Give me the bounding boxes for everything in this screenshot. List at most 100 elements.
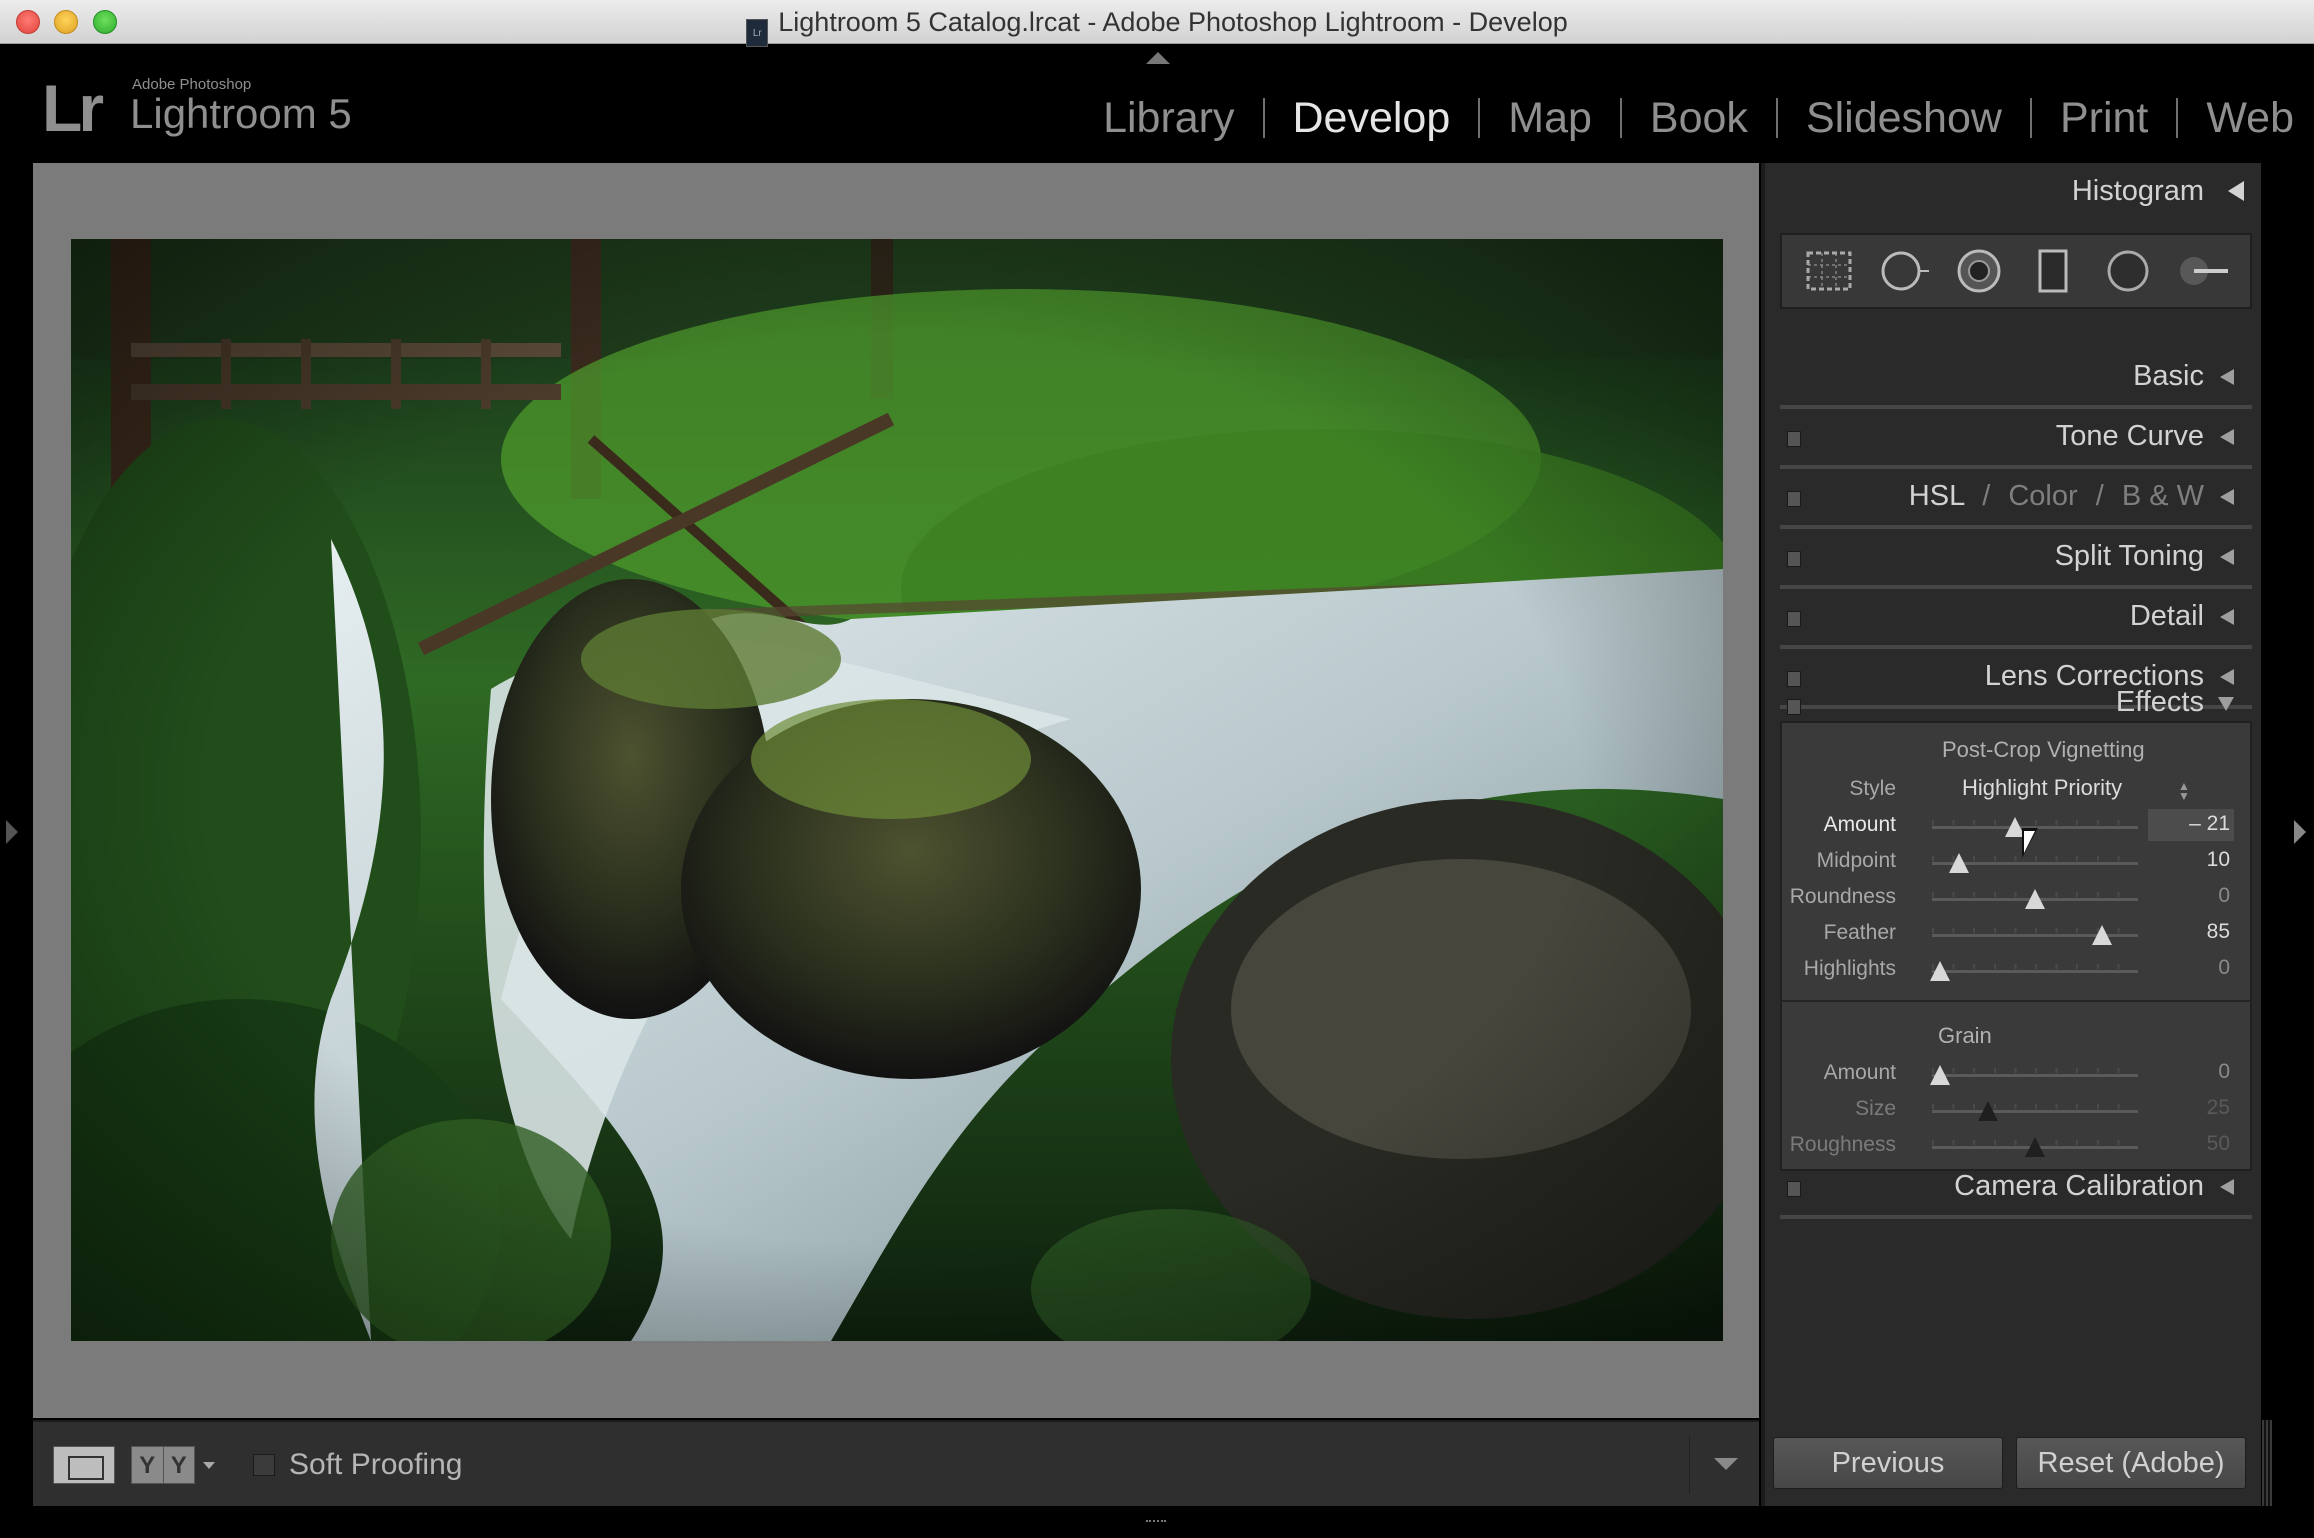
soft-proofing-checkbox[interactable] bbox=[253, 1454, 275, 1476]
detail-title: Detail bbox=[2129, 600, 2204, 632]
detail-panel-header[interactable]: Detail bbox=[1780, 593, 2252, 649]
vignette-midpoint-label: Midpoint bbox=[1816, 849, 1896, 872]
radial-filter-icon[interactable] bbox=[2103, 246, 2153, 296]
grain-size-row: Size 25 bbox=[1782, 1093, 2254, 1129]
show-left-panel-icon[interactable] bbox=[6, 820, 18, 844]
window-title: Lr Lightroom 5 Catalog.lrcat - Adobe Phot… bbox=[0, 0, 2314, 47]
vignette-feather-label: Feather bbox=[1823, 921, 1896, 944]
camera-calibration-expand-icon[interactable] bbox=[2220, 1179, 2234, 1195]
adjustment-brush-icon[interactable] bbox=[2178, 246, 2228, 296]
module-print[interactable]: Print bbox=[2032, 94, 2176, 143]
show-right-panel-icon[interactable] bbox=[2294, 820, 2306, 844]
slider-ticks bbox=[1932, 964, 2138, 969]
tone-curve-expand-icon[interactable] bbox=[2220, 429, 2234, 445]
histogram-panel-header[interactable]: Histogram bbox=[1780, 163, 2252, 223]
panel-resize-handle[interactable] bbox=[2262, 1420, 2272, 1506]
grain-roughness-row: Roughness 50 bbox=[1782, 1129, 2254, 1165]
module-slideshow[interactable]: Slideshow bbox=[1778, 94, 2030, 143]
grain-size-thumb[interactable] bbox=[1977, 1101, 1998, 1121]
tab-separator: / bbox=[2095, 480, 2104, 512]
filmstrip-toggle-icon[interactable] bbox=[1146, 1520, 1166, 1530]
tool-strip bbox=[1780, 233, 2252, 309]
camera-calibration-switch[interactable] bbox=[1787, 1181, 1801, 1197]
tab-bw[interactable]: B & W bbox=[2122, 480, 2204, 512]
vignette-amount-row: Amount – 21 bbox=[1782, 809, 2254, 845]
hsl-panel-header[interactable]: HSL / Color / B & W bbox=[1780, 473, 2252, 529]
grain-size-label: Size bbox=[1855, 1097, 1896, 1120]
basic-expand-icon[interactable] bbox=[2220, 369, 2234, 385]
tab-hsl[interactable]: HSL bbox=[1909, 480, 1964, 512]
spot-removal-icon[interactable] bbox=[1879, 246, 1929, 296]
split-toning-panel-header[interactable]: Split Toning bbox=[1780, 533, 2252, 589]
loupe-view-button[interactable] bbox=[53, 1446, 115, 1484]
camera-calibration-panel-header[interactable]: Camera Calibration bbox=[1780, 1163, 2252, 1219]
photo-preview[interactable] bbox=[71, 239, 1723, 1341]
after-view-icon: Y bbox=[170, 1452, 187, 1479]
hide-module-picker-icon[interactable] bbox=[1146, 52, 1170, 64]
module-library[interactable]: Library bbox=[1075, 94, 1262, 143]
effects-panel-header[interactable]: Effects bbox=[1780, 663, 2252, 719]
before-after-dropdown-icon[interactable] bbox=[203, 1462, 215, 1469]
grain-roughness-value[interactable]: 50 bbox=[2160, 1132, 2230, 1156]
graduated-filter-icon[interactable] bbox=[2028, 246, 2078, 296]
previous-button[interactable]: Previous bbox=[1773, 1437, 2003, 1489]
detail-expand-icon[interactable] bbox=[2220, 609, 2234, 625]
slider-ticks bbox=[1932, 1068, 2138, 1073]
grain-roughness-thumb[interactable] bbox=[2025, 1137, 2045, 1157]
module-book[interactable]: Book bbox=[1622, 94, 1776, 143]
before-after-button[interactable]: Y Y bbox=[131, 1446, 195, 1484]
effects-collapse-icon[interactable] bbox=[2218, 697, 2234, 711]
effects-title: Effects bbox=[2115, 686, 2204, 718]
tone-curve-title: Tone Curve bbox=[2055, 420, 2204, 452]
vignette-roundness-thumb[interactable] bbox=[2025, 889, 2045, 909]
crop-overlay-icon[interactable] bbox=[1804, 246, 1854, 296]
grain-amount-slider[interactable] bbox=[1932, 1074, 2138, 1077]
module-map[interactable]: Map bbox=[1480, 94, 1620, 143]
module-develop[interactable]: Develop bbox=[1265, 94, 1479, 143]
vignette-midpoint-thumb[interactable] bbox=[1949, 853, 1969, 873]
reset-button[interactable]: Reset (Adobe) bbox=[2016, 1437, 2246, 1489]
window-titlebar: Lr Lightroom 5 Catalog.lrcat - Adobe Phot… bbox=[0, 0, 2314, 47]
vignette-feather-thumb[interactable] bbox=[2091, 925, 2112, 945]
effects-panel-body: Post-Crop Vignetting Style Highlight Pri… bbox=[1780, 721, 2252, 1171]
split-toning-switch[interactable] bbox=[1787, 551, 1801, 567]
vignette-feather-value[interactable]: 85 bbox=[2160, 920, 2230, 944]
effects-switch[interactable] bbox=[1787, 699, 1801, 715]
detail-switch[interactable] bbox=[1787, 611, 1801, 627]
image-canvas[interactable] bbox=[33, 163, 1759, 1418]
module-web[interactable]: Web bbox=[2178, 94, 2314, 143]
vignette-highlights-slider[interactable] bbox=[1932, 970, 2138, 973]
grain-amount-thumb[interactable] bbox=[1930, 1065, 1950, 1085]
vignette-highlights-value[interactable]: 0 bbox=[2160, 956, 2230, 980]
histogram-collapse-icon[interactable] bbox=[2228, 181, 2244, 201]
vignette-roundness-value[interactable]: 0 bbox=[2160, 884, 2230, 908]
lightroom-logo-icon: Lr bbox=[42, 71, 104, 145]
catalog-document-icon: Lr bbox=[746, 19, 769, 47]
grain-size-value[interactable]: 25 bbox=[2160, 1096, 2230, 1120]
slider-ticks bbox=[1932, 820, 2138, 825]
tab-color[interactable]: Color bbox=[2008, 480, 2077, 512]
logo-product: Lightroom 5 bbox=[130, 90, 352, 137]
hsl-expand-icon[interactable] bbox=[2220, 489, 2234, 505]
select-updown-icon[interactable]: ▲ ▼ bbox=[2178, 780, 2190, 802]
basic-panel-header[interactable]: Basic bbox=[1780, 353, 2252, 409]
tone-curve-panel-header[interactable]: Tone Curve bbox=[1780, 413, 2252, 469]
toolbar-separator bbox=[1689, 1436, 1690, 1494]
mouse-pointer-icon bbox=[2022, 828, 2038, 858]
vignette-highlights-thumb[interactable] bbox=[1930, 961, 1950, 981]
split-toning-expand-icon[interactable] bbox=[2220, 549, 2234, 565]
grain-size-slider[interactable] bbox=[1932, 1110, 2138, 1113]
tone-curve-switch[interactable] bbox=[1787, 431, 1801, 447]
slider-ticks bbox=[1932, 1104, 2138, 1109]
vignette-roundness-label: Roundness bbox=[1789, 885, 1896, 908]
vignette-feather-row: Feather 85 bbox=[1782, 917, 2254, 953]
soft-proofing-label: Soft Proofing bbox=[289, 1448, 463, 1481]
red-eye-icon[interactable] bbox=[1954, 246, 2004, 296]
grain-amount-value[interactable]: 0 bbox=[2160, 1060, 2230, 1084]
vignette-midpoint-value[interactable]: 10 bbox=[2160, 848, 2230, 872]
toolbar-content-menu-icon[interactable] bbox=[1714, 1458, 1738, 1470]
vignette-style-select[interactable]: Highlight Priority bbox=[1962, 775, 2122, 801]
vignette-amount-value[interactable]: – 21 bbox=[2160, 812, 2230, 836]
hsl-switch[interactable] bbox=[1787, 491, 1801, 507]
grain-roughness-label: Roughness bbox=[1789, 1133, 1896, 1156]
